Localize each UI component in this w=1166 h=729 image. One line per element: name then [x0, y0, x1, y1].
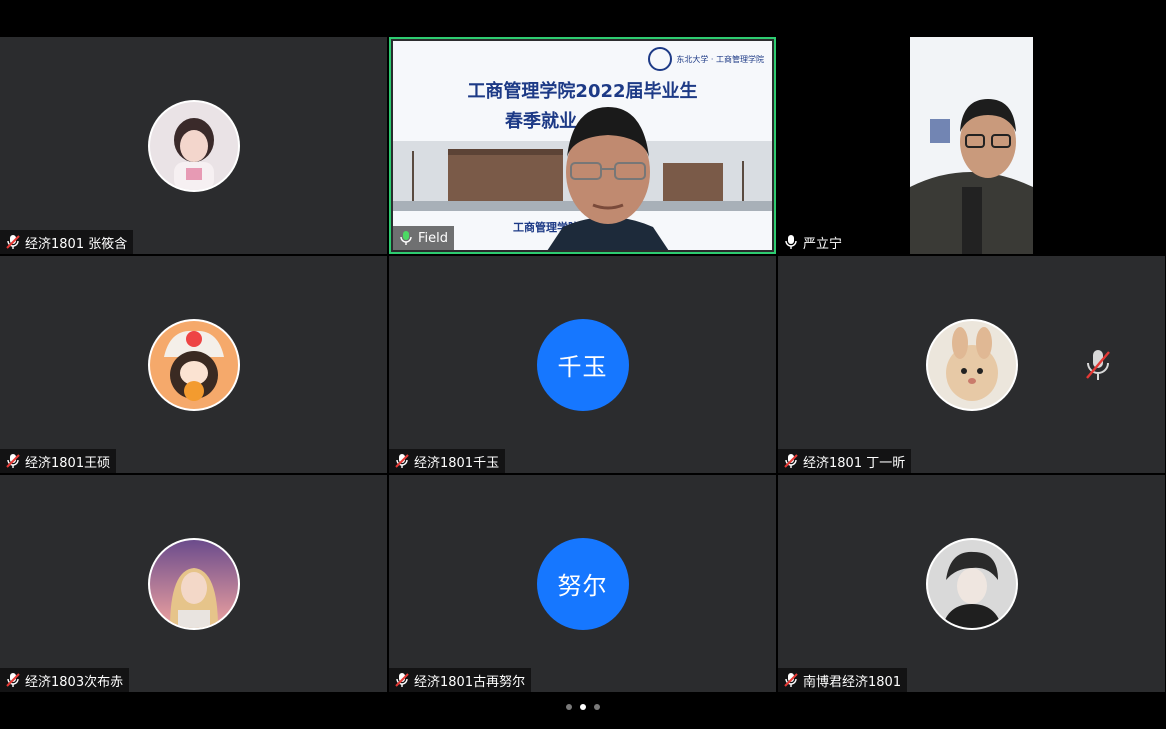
- muted-mic-icon: [782, 452, 800, 470]
- page-indicator[interactable]: [0, 704, 1166, 710]
- participant-name-tag: 经济1801千玉: [389, 449, 506, 473]
- participant-tile[interactable]: 南博君经济1801: [778, 475, 1165, 692]
- participant-name: 经济1801王硕: [25, 455, 111, 471]
- participant-name: 经济1801古再努尔: [414, 674, 526, 690]
- participant-tile[interactable]: 经济1801王硕: [0, 256, 387, 473]
- participant-name: Field: [418, 230, 449, 246]
- participant-name-tag: 南博君经济1801: [778, 668, 908, 692]
- participant-name: 严立宁: [803, 236, 843, 252]
- participant-tile[interactable]: 经济1801 张筱含: [0, 37, 387, 254]
- page-dot[interactable]: [594, 704, 600, 710]
- participant-name-tag: 经济1801 张筱含: [0, 230, 134, 254]
- participant-name: 南博君经济1801: [803, 674, 902, 690]
- participant-name-tag: 经济1801古再努尔: [389, 668, 532, 692]
- participant-name: 经济1801 丁一昕: [803, 455, 906, 471]
- avatar: [147, 537, 240, 630]
- participant-tile[interactable]: 经济1801 丁一昕: [778, 256, 1165, 473]
- participant-name-tag: 经济1803次布赤: [0, 668, 130, 692]
- muted-mic-icon: [393, 671, 411, 689]
- page-dot[interactable]: [566, 704, 572, 710]
- page-dot-active[interactable]: [580, 704, 586, 710]
- avatar: [925, 318, 1018, 411]
- avatar: [147, 318, 240, 411]
- muted-mic-icon: [393, 452, 411, 470]
- participant-video: [910, 37, 1033, 254]
- participant-name: 经济1801 张筱含: [25, 236, 128, 252]
- muted-mic-icon: [1084, 348, 1112, 382]
- presenter-tile[interactable]: 东北大学 · 工商管理学院 工商管理学院2022届毕业生 春季就业 工商管理学院: [389, 37, 776, 254]
- avatar: [925, 537, 1018, 630]
- participant-name-tag: 经济1801王硕: [0, 449, 117, 473]
- participant-name-tag: 严立宁: [778, 230, 848, 254]
- mic-icon: [782, 233, 800, 251]
- presenter-video: [547, 107, 669, 250]
- muted-mic-icon: [4, 452, 22, 470]
- muted-mic-icon: [4, 233, 22, 251]
- initials-avatar: 努尔: [536, 537, 629, 630]
- participant-tile[interactable]: 千玉 经济1801千玉: [389, 256, 776, 473]
- muted-mic-icon: [782, 671, 800, 689]
- mic-icon: [397, 229, 415, 247]
- university-logo: 东北大学 · 工商管理学院: [648, 47, 764, 71]
- participant-name: 经济1803次布赤: [25, 674, 124, 690]
- participant-name-tag: 经济1801 丁一昕: [778, 449, 912, 473]
- participant-tile[interactable]: 经济1803次布赤: [0, 475, 387, 692]
- initials-avatar: 千玉: [536, 318, 629, 411]
- participant-name: 经济1801千玉: [414, 455, 500, 471]
- video-conference-gallery: 经济1801 张筱含 东北大学 · 工商管理学院 工商管理学院2022届毕业生 …: [0, 0, 1166, 729]
- shared-slide: 东北大学 · 工商管理学院 工商管理学院2022届毕业生 春季就业 工商管理学院: [393, 41, 772, 250]
- muted-mic-icon: [4, 671, 22, 689]
- participant-name-tag: Field: [393, 226, 455, 250]
- avatar: [147, 99, 240, 192]
- participant-tile[interactable]: 努尔 经济1801古再努尔: [389, 475, 776, 692]
